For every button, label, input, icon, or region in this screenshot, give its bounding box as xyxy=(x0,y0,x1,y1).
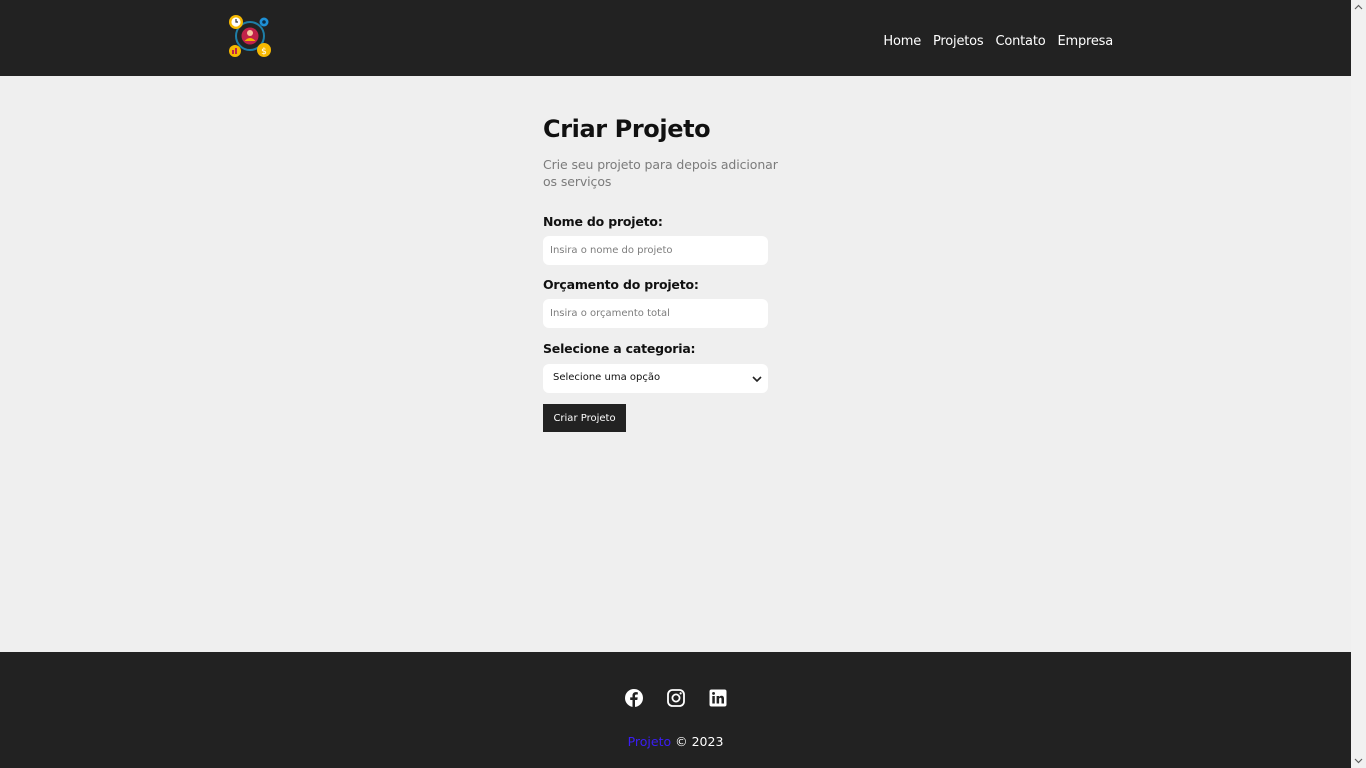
project-form: Nome do projeto: Orçamento do projeto: S… xyxy=(543,214,783,432)
instagram-icon xyxy=(667,689,685,707)
facebook-icon xyxy=(625,689,643,707)
project-name-input[interactable] xyxy=(543,236,768,265)
nav-link-empresa[interactable]: Empresa xyxy=(1057,34,1113,49)
project-budget-input[interactable] xyxy=(543,299,768,328)
nav-link-contato[interactable]: Contato xyxy=(995,34,1045,49)
page-title: Criar Projeto xyxy=(543,115,711,143)
social-item-linkedin[interactable] xyxy=(708,688,728,708)
footer: Projeto © 2023 xyxy=(0,652,1351,768)
scroll-down-arrow-icon[interactable] xyxy=(1354,756,1363,765)
budget-label: Orçamento do projeto: xyxy=(543,277,699,292)
logo-link[interactable]: $ xyxy=(227,13,273,59)
page-subtitle: Crie seu projeto para depois adicionar o… xyxy=(543,157,778,189)
nav-item-home: Home xyxy=(883,30,921,49)
copyright: Projeto © 2023 xyxy=(0,734,1351,749)
category-field-group: Selecione a categoria: Selecione uma opç… xyxy=(543,341,783,393)
social-item-facebook[interactable] xyxy=(624,688,644,708)
nav-link-projetos[interactable]: Projetos xyxy=(933,34,984,49)
category-select[interactable]: Selecione uma opção xyxy=(543,364,768,393)
nav-item-empresa: Empresa xyxy=(1057,30,1113,49)
scroll-up-arrow-icon[interactable] xyxy=(1354,3,1363,12)
name-field-group: Nome do projeto: xyxy=(543,214,783,265)
social-item-instagram[interactable] xyxy=(666,688,686,708)
social-links xyxy=(624,688,750,708)
category-label: Selecione a categoria: xyxy=(543,341,696,356)
main-nav: Home Projetos Contato Empresa xyxy=(871,30,1113,49)
name-label: Nome do projeto: xyxy=(543,214,663,229)
footer-brand: Projeto xyxy=(627,734,672,749)
page: $ Home Projetos Contato Empresa Criar Pr… xyxy=(0,0,1351,768)
category-select-value: Selecione uma opção xyxy=(553,372,661,383)
vertical-scrollbar[interactable] xyxy=(1351,0,1366,768)
nav-item-projetos: Projetos xyxy=(933,30,984,49)
linkedin-icon xyxy=(709,689,727,707)
budget-field-group: Orçamento do projeto: xyxy=(543,277,783,328)
copyright-text: © 2023 xyxy=(675,734,724,749)
nav-item-contato: Contato xyxy=(995,30,1045,49)
new-project-container: Criar Projeto Crie seu projeto para depo… xyxy=(543,114,783,432)
navbar: $ Home Projetos Contato Empresa xyxy=(0,0,1351,76)
create-project-button[interactable]: Criar Projeto xyxy=(543,404,626,432)
nav-link-home[interactable]: Home xyxy=(883,34,921,49)
chevron-down-icon xyxy=(752,376,762,383)
svg-text:$: $ xyxy=(261,47,267,57)
logo-icon: $ xyxy=(229,15,271,57)
